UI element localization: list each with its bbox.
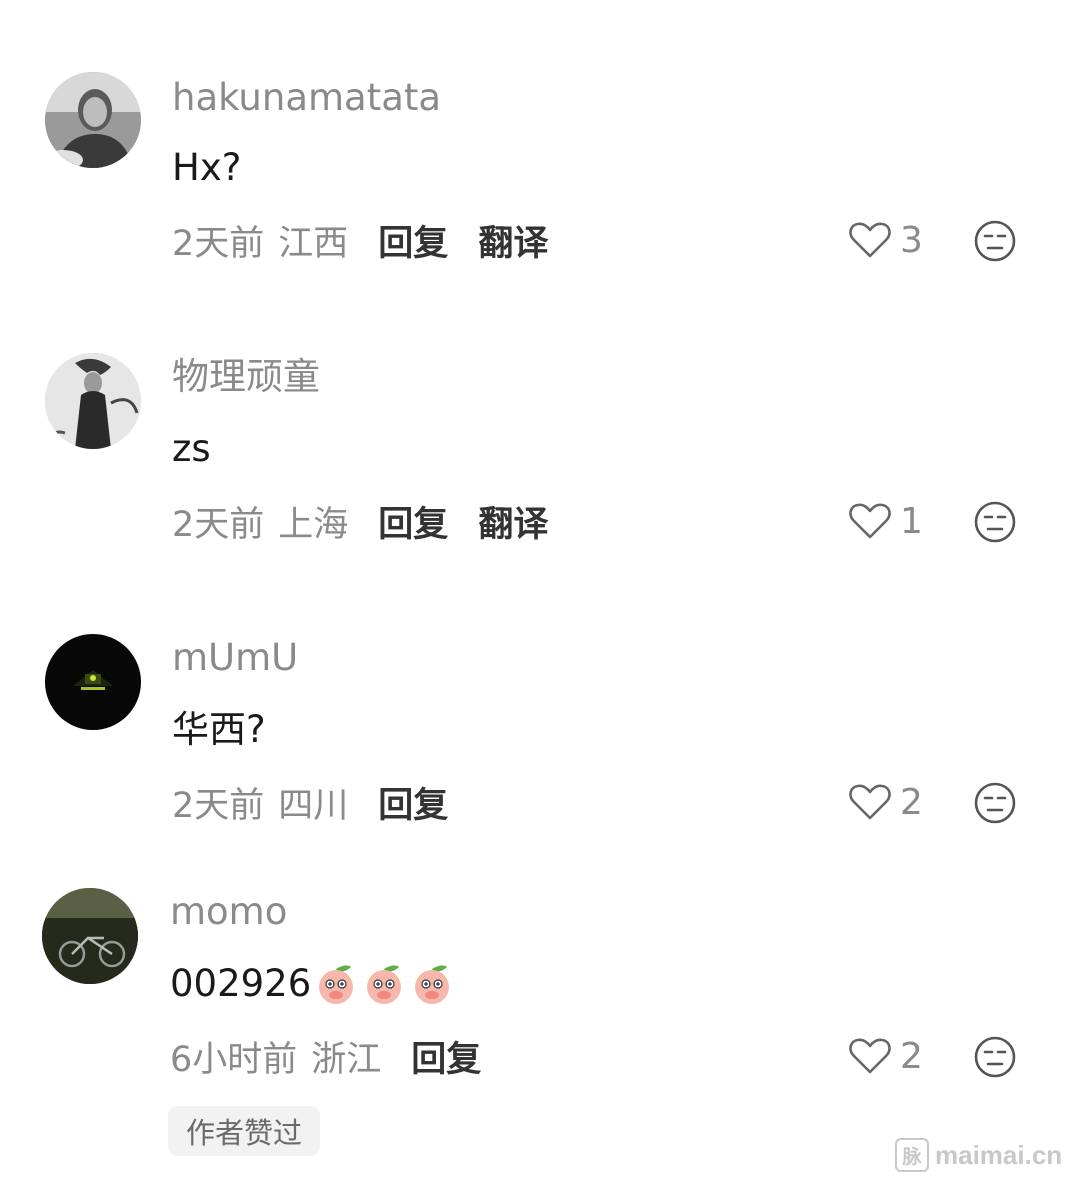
avatar-image: [45, 353, 141, 449]
username[interactable]: 物理顽童: [172, 353, 320, 401]
comment-time: 6小时前: [170, 1039, 298, 1080]
like-button[interactable]: 1: [848, 495, 923, 547]
comment-location: 浙江: [311, 1039, 382, 1080]
comment-item: mUmU 华西? 2天前 四川 回复 2: [0, 634, 1080, 894]
username[interactable]: momo: [170, 888, 287, 936]
dislike-button[interactable]: [973, 781, 1017, 825]
heart-outline-icon: [849, 784, 891, 820]
peach-emoji-icon: [367, 965, 402, 1004]
comment-location: 上海: [278, 504, 349, 545]
peach-emoji-icon: [319, 965, 354, 1004]
username[interactable]: mUmU: [172, 634, 298, 682]
like-button[interactable]: 3: [848, 214, 923, 266]
comment-item: momo 002926 6小时前 浙江 回复 2 作者赞过: [0, 888, 1080, 1156]
username[interactable]: hakunamatata: [172, 74, 441, 122]
avatar[interactable]: [42, 888, 138, 984]
watermark-logo: 脉: [895, 1138, 929, 1172]
heart-outline-icon: [849, 1038, 891, 1074]
reply-button[interactable]: 回复: [378, 777, 448, 828]
comment-meta: 2天前 四川 回复: [172, 776, 448, 828]
watermark: 脉 maimai.cn: [895, 1138, 1062, 1172]
comment-text: zs: [172, 427, 211, 470]
comment-time: 2天前: [172, 223, 265, 264]
comment-text: 002926: [170, 958, 455, 1010]
dislike-button[interactable]: [973, 1035, 1017, 1079]
comment-text-value: 002926: [170, 962, 312, 1005]
reply-button[interactable]: 回复: [378, 496, 448, 547]
reply-button[interactable]: 回复: [411, 1031, 481, 1082]
like-count: 1: [900, 500, 923, 542]
peach-emoji-icon: [415, 965, 450, 1004]
unamused-face-icon: [974, 1036, 1016, 1078]
comment-time: 2天前: [172, 504, 265, 545]
like-count: 3: [900, 219, 923, 261]
comment-meta: 6小时前 浙江 回复: [170, 1030, 481, 1082]
translate-button[interactable]: 翻译: [478, 496, 548, 547]
heart-outline-icon: [849, 503, 891, 539]
like-count: 2: [900, 781, 923, 823]
avatar-image: [45, 634, 141, 730]
comment-location: 四川: [278, 785, 349, 826]
unamused-face-icon: [974, 782, 1016, 824]
comment-item: hakunamatata Hx? 2天前 江西 回复 翻译 3: [0, 72, 1080, 332]
comment-time: 2天前: [172, 785, 265, 826]
like-button[interactable]: 2: [848, 776, 923, 828]
comment-item: 物理顽童 zs 2天前 上海 回复 翻译 1: [0, 353, 1080, 613]
like-count: 2: [900, 1035, 923, 1077]
author-liked-badge: 作者赞过: [168, 1106, 321, 1156]
avatar[interactable]: [45, 634, 141, 730]
reply-button[interactable]: 回复: [378, 215, 448, 266]
dislike-button[interactable]: [973, 219, 1017, 263]
comment-text: Hx?: [172, 146, 242, 189]
avatar-image: [42, 888, 138, 984]
like-button[interactable]: 2: [848, 1030, 923, 1082]
comment-meta: 2天前 江西 回复 翻译: [172, 214, 548, 266]
unamused-face-icon: [974, 220, 1016, 262]
comment-location: 江西: [278, 223, 349, 264]
dislike-button[interactable]: [973, 500, 1017, 544]
unamused-face-icon: [974, 501, 1016, 543]
avatar[interactable]: [45, 353, 141, 449]
avatar[interactable]: [45, 72, 141, 168]
translate-button[interactable]: 翻译: [478, 215, 548, 266]
avatar-image: [45, 72, 141, 168]
heart-outline-icon: [849, 222, 891, 258]
comment-text: 华西?: [172, 708, 266, 751]
watermark-text: maimai.cn: [935, 1139, 1063, 1170]
comment-meta: 2天前 上海 回复 翻译: [172, 495, 548, 547]
